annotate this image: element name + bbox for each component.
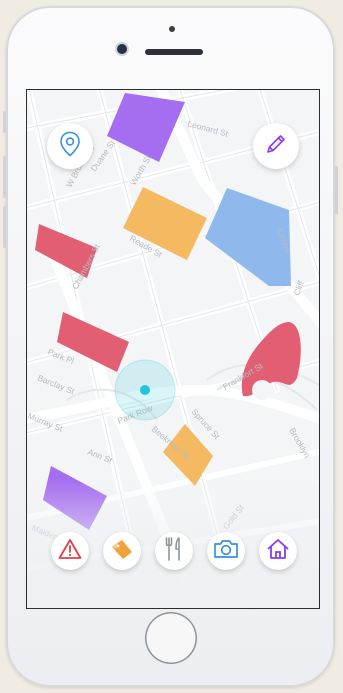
proximity-sensor [169,26,175,32]
volume-up-button [3,156,6,198]
hardware-home-button[interactable] [145,612,197,664]
home-icon [266,537,290,566]
tag-icon [109,537,135,566]
report-hazard-button[interactable] [51,532,89,570]
camera-icon [213,538,239,565]
front-camera [117,44,127,54]
edit-button[interactable] [253,123,299,169]
locate-button[interactable] [47,123,93,169]
volume-down-button [3,206,6,248]
screen: Leonard St W Broadway Duane St Worth St … [27,90,319,608]
fork-knife-icon [163,536,185,567]
photo-button[interactable] [207,532,245,570]
mute-switch [3,111,6,133]
map-pin-icon [59,131,81,162]
power-button [335,166,338,214]
pencil-icon [264,132,288,161]
earpiece-speaker [145,49,203,55]
restaurants-button[interactable] [155,532,193,570]
deals-button[interactable] [103,532,141,570]
current-location-dot [140,385,150,395]
home-button-nav[interactable] [259,532,297,570]
warning-icon [58,538,82,565]
